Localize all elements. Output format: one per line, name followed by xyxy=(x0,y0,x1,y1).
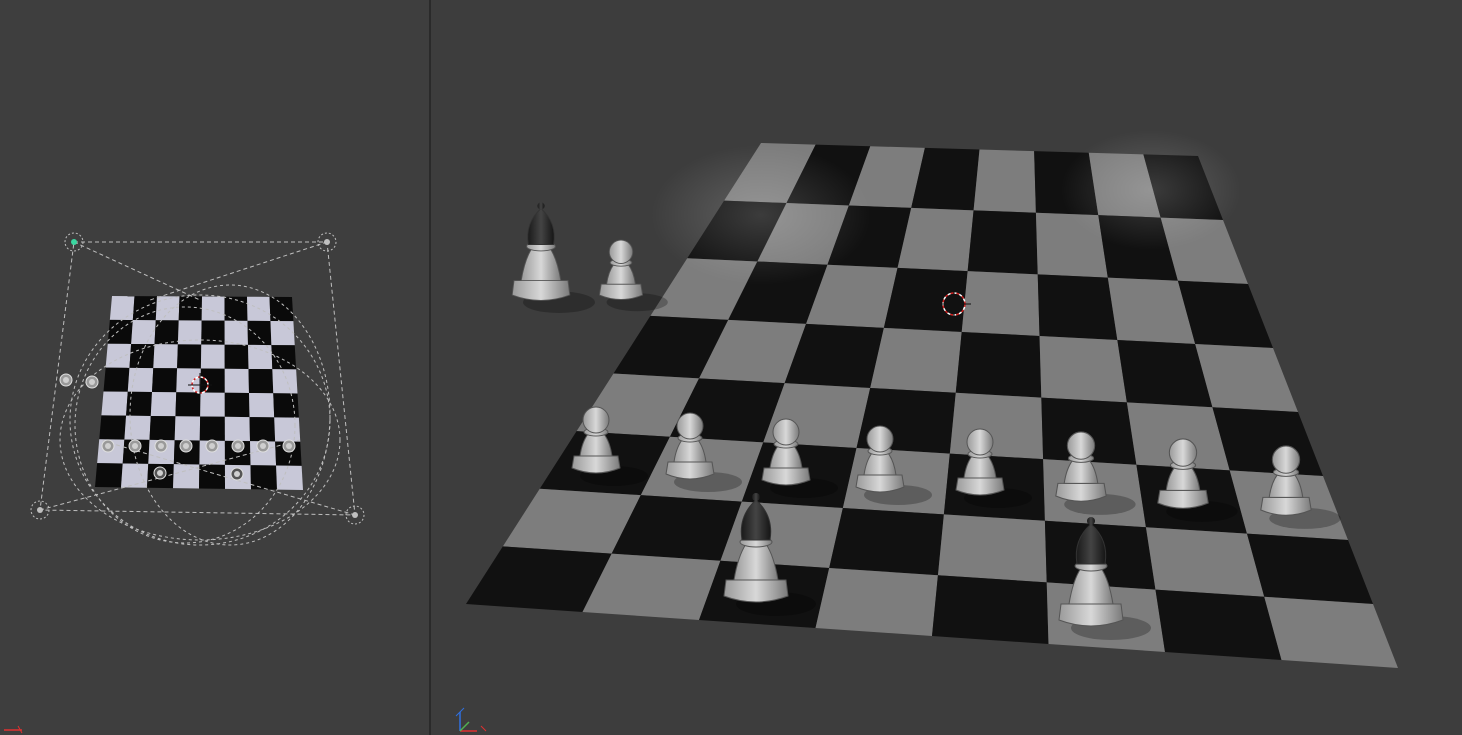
pawn-icon[interactable] xyxy=(154,439,168,453)
pawn-icon[interactable] xyxy=(598,239,668,312)
left-3d-viewport[interactable] xyxy=(0,0,429,735)
board-square xyxy=(1145,527,1265,597)
pawn-icon[interactable] xyxy=(128,439,142,453)
board-square xyxy=(174,416,201,441)
board-square xyxy=(273,393,299,418)
pawn-icon[interactable] xyxy=(179,439,193,453)
board-square xyxy=(154,320,179,345)
pawn-icon[interactable] xyxy=(256,439,270,453)
board-square xyxy=(224,344,249,369)
board-square xyxy=(149,415,176,441)
pawn-icon[interactable] xyxy=(101,439,115,453)
light-highlight xyxy=(651,145,871,285)
board-square xyxy=(129,343,155,369)
board-square xyxy=(153,344,178,369)
pawn-icon[interactable] xyxy=(282,439,296,453)
board-square xyxy=(175,392,201,417)
right-3d-viewport[interactable] xyxy=(431,0,1462,735)
board-square xyxy=(967,210,1038,275)
board-square xyxy=(177,344,202,369)
board-square xyxy=(949,392,1044,460)
board-square xyxy=(1155,589,1282,660)
light-highlight xyxy=(1061,130,1241,250)
pawn-icon[interactable] xyxy=(230,467,244,481)
board-square xyxy=(248,344,273,370)
board-square xyxy=(152,368,178,393)
right-viewport-canvas[interactable] xyxy=(431,0,1462,735)
board-square xyxy=(247,320,272,346)
board-square xyxy=(937,514,1047,583)
board-square xyxy=(249,393,275,418)
axis-gizmo-icon xyxy=(455,707,487,732)
board-square xyxy=(224,416,250,442)
board-square xyxy=(199,416,225,441)
pawn-icon[interactable] xyxy=(231,439,245,453)
light-guide-line xyxy=(73,241,201,301)
board-square xyxy=(249,417,276,442)
board-square xyxy=(224,392,250,418)
pawn-icon[interactable] xyxy=(59,373,73,387)
board-square xyxy=(1264,596,1398,668)
board-square xyxy=(224,320,248,345)
board-square xyxy=(269,296,294,322)
board-square xyxy=(276,465,303,490)
board-square xyxy=(200,368,225,393)
board-square xyxy=(870,327,962,393)
board-square xyxy=(95,463,123,488)
board-square xyxy=(107,319,133,344)
board-square xyxy=(200,344,225,369)
board-square xyxy=(961,271,1040,336)
board-square xyxy=(270,320,295,346)
board-square xyxy=(274,417,301,442)
board-square xyxy=(178,296,202,321)
board-square xyxy=(99,415,127,440)
board-square xyxy=(177,320,202,345)
light-gizmo[interactable] xyxy=(64,232,84,252)
light-guide-line xyxy=(149,241,328,301)
board-square xyxy=(883,267,968,332)
board-square xyxy=(127,367,154,392)
board-square xyxy=(200,392,225,417)
board-square xyxy=(955,331,1042,398)
active-light-dot xyxy=(71,239,77,245)
board-square xyxy=(109,296,135,321)
board-square xyxy=(101,391,128,416)
board-square xyxy=(155,296,180,321)
pawn-icon[interactable] xyxy=(153,466,167,480)
board-square xyxy=(1039,335,1127,403)
pawn-icon[interactable] xyxy=(85,375,99,389)
board-square xyxy=(248,368,274,394)
board-square xyxy=(176,368,201,393)
board-square xyxy=(103,367,130,392)
board-square xyxy=(1246,533,1373,604)
board-square xyxy=(132,296,157,321)
board-square xyxy=(150,392,177,417)
board-square xyxy=(1037,274,1118,340)
board-square xyxy=(272,369,298,394)
right-checkerboard[interactable] xyxy=(466,143,1398,668)
axis-gizmo-icon xyxy=(4,725,23,734)
board-square xyxy=(201,296,225,321)
board-square xyxy=(815,567,938,636)
board-square xyxy=(973,149,1036,213)
board-square xyxy=(124,415,151,440)
board-square xyxy=(829,507,944,576)
left-viewport-canvas[interactable] xyxy=(0,0,429,735)
board-square xyxy=(199,464,225,489)
board-square xyxy=(250,465,277,490)
board-square xyxy=(131,320,156,345)
board-square xyxy=(224,368,249,393)
bishop-icon[interactable] xyxy=(511,202,595,313)
pawn-icon[interactable] xyxy=(205,439,219,453)
board-square xyxy=(1212,407,1323,476)
board-square xyxy=(932,575,1049,644)
board-square xyxy=(720,501,843,568)
